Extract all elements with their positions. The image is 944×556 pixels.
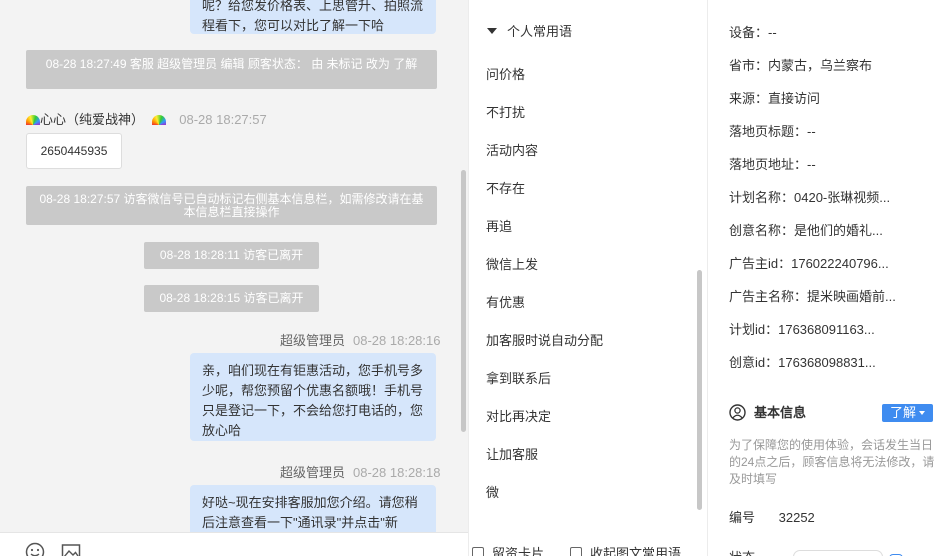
message-text: 呢？给您发价格表、上思管升、拍照流程看下，您可以对比了解一下哈 — [202, 0, 424, 33]
phrase-item[interactable]: 加客服时说自动分配 — [486, 330, 603, 349]
chat-message-list[interactable]: 呢？给您发价格表、上思管升、拍照流程看下，您可以对比了解一下哈 08-28 18… — [0, 0, 462, 532]
agent-message-bubble: 亲，咱们现在有钜惠活动，您手机号多少呢，帮您预留个优惠名额哦！手机号只是登记一下… — [190, 353, 436, 441]
customer-status-dropdown[interactable]: 了解 — [882, 404, 933, 422]
caret-down-icon — [487, 28, 497, 34]
phrase-item[interactable]: 不打扰 — [486, 102, 525, 121]
info-creative-name: 创意名称：是他们的婚礼... — [729, 223, 883, 238]
customer-status-label: 了解 — [889, 405, 916, 420]
agent-header: 超级管理员 08-28 18:28:18 — [280, 462, 440, 481]
lead-card-label: 留资卡片 — [492, 546, 545, 556]
edit-notice: 为了保障您的使用体验，会话发生当日的24点之后，顾客信息将无法修改，请及时填写 — [729, 438, 935, 486]
message-text: 2650445935 — [40, 144, 108, 158]
card-icon — [472, 547, 484, 556]
visitor-message-bubble: 2650445935 — [26, 133, 122, 169]
basic-info-title: 基本信息 — [754, 405, 807, 420]
phrase-item[interactable]: 有优惠 — [486, 292, 525, 311]
agent-name: 超级管理员 — [280, 465, 346, 480]
person-circle-icon — [729, 404, 746, 421]
lead-card-button[interactable]: 留资卡片 — [472, 543, 544, 556]
collapse-phrases-label: 收起图文常用语 — [590, 546, 682, 556]
phrase-item[interactable]: 活动内容 — [486, 140, 538, 159]
message-text: 好哒~现在安排客服加您介绍。请您稍后注意查看一下"通讯录"并点击"新 — [202, 495, 418, 530]
serial-row: 编号 32252 — [729, 507, 815, 526]
system-message: 08-28 18:27:49 客服 超级管理员 编辑 顾客状态： 由 未标记 改… — [26, 50, 437, 89]
info-landing-title: 落地页标题：-- — [729, 124, 816, 139]
info-device: 设备：-- — [729, 25, 777, 40]
status-row: 状态 — [729, 547, 904, 556]
info-landing-url: 落地页地址：-- — [729, 157, 816, 172]
info-advertiser-id: 广告主id：176022240796... — [729, 256, 889, 271]
message-text: 亲，咱们现在有钜惠活动，您手机号多少呢，帮您预留个优惠名额哦！手机号只是登记一下… — [202, 363, 424, 438]
visitor-info-panel: 设备：-- 省市：内蒙古，乌兰察布 来源：直接访问 落地页标题：-- 落地页地址… — [709, 0, 944, 556]
visitor-time: 08-28 18:27:57 — [179, 112, 267, 127]
agent-name: 超级管理员 — [280, 333, 346, 348]
visitor-header: 心心（纯爱战神） 08-28 18:27:57 — [26, 109, 267, 128]
phrase-item[interactable]: 微 — [486, 482, 499, 501]
phrase-item[interactable]: 问价格 — [486, 64, 525, 83]
phrase-item[interactable]: 让加客服 — [486, 444, 538, 463]
serial-label: 编号 — [729, 510, 756, 525]
visitor-name: 心心（纯爱战神） — [40, 112, 145, 127]
basic-info-header: 基本信息 — [729, 402, 806, 421]
agent-time: 08-28 18:28:16 — [353, 333, 441, 348]
common-phrases-panel: 个人常用语 问价格 不打扰 活动内容 不存在 再追 微信上发 有优惠 加客服时说… — [468, 0, 708, 556]
phrases-scrollbar[interactable] — [697, 270, 702, 510]
caret-down-icon — [919, 411, 925, 415]
image-icon[interactable] — [61, 542, 81, 556]
phrases-footer: 留资卡片 收起图文常用语 — [469, 538, 707, 556]
smile-icon[interactable] — [25, 542, 45, 556]
chat-panel: 呢？给您发价格表、上思管升、拍照流程看下，您可以对比了解一下哈 08-28 18… — [0, 0, 468, 556]
system-message: 08-28 18:28:15 访客已离开 — [144, 285, 319, 312]
agent-message-bubble: 好哒~现在安排客服加您介绍。请您稍后注意查看一下"通讯录"并点击"新 — [190, 485, 436, 532]
info-source: 来源：直接访问 — [729, 91, 821, 106]
system-message: 08-28 18:27:57 访客微信号已自动标记右侧基本信息栏，如需修改请在基… — [26, 186, 437, 225]
info-plan-id: 计划id：176368091163... — [729, 322, 875, 337]
collapse-phrases-button[interactable]: 收起图文常用语 — [570, 543, 681, 556]
chat-scrollbar[interactable] — [461, 170, 466, 432]
status-tag[interactable] — [793, 550, 884, 556]
phrase-item[interactable]: 再追 — [486, 216, 512, 235]
phrase-item[interactable]: 对比再决定 — [486, 406, 551, 425]
status-label: 状态 — [729, 550, 755, 556]
info-advertiser-name: 广告主名称：提米映画婚前... — [729, 289, 896, 304]
chat-toolbar — [0, 532, 468, 556]
info-plan-name: 计划名称：0420-张琳视频... — [729, 190, 891, 205]
serial-value: 32252 — [778, 510, 815, 525]
system-message: 08-28 18:28:11 访客已离开 — [144, 242, 319, 269]
system-message-text: 08-28 18:28:15 访客已离开 — [159, 291, 304, 305]
phrases-group-title: 个人常用语 — [507, 24, 573, 39]
system-message-text: 08-28 18:27:49 客服 超级管理员 编辑 顾客状态： 由 未标记 改… — [45, 57, 418, 71]
system-message-text: 08-28 18:27:57 访客微信号已自动标记右侧基本信息栏，如需修改请在基… — [39, 192, 424, 219]
agent-time: 08-28 18:28:18 — [353, 465, 441, 480]
agent-header: 超级管理员 08-28 18:28:16 — [280, 330, 440, 349]
system-message-text: 08-28 18:28:11 访客已离开 — [159, 248, 304, 262]
rainbow-emoji-icon — [151, 115, 166, 125]
phrase-item[interactable]: 不存在 — [486, 178, 525, 197]
phrase-item[interactable]: 拿到联系后 — [486, 368, 551, 387]
collapse-icon — [570, 547, 582, 556]
rainbow-emoji-icon — [26, 115, 40, 125]
info-province: 省市：内蒙古，乌兰察布 — [729, 58, 873, 73]
info-creative-id: 创意id：176368098831... — [729, 355, 876, 370]
phrase-item[interactable]: 微信上发 — [486, 254, 538, 273]
phrases-group-toggle[interactable]: 个人常用语 — [487, 21, 572, 40]
agent-message-bubble: 呢？给您发价格表、上思管升、拍照流程看下，您可以对比了解一下哈 — [190, 0, 436, 34]
